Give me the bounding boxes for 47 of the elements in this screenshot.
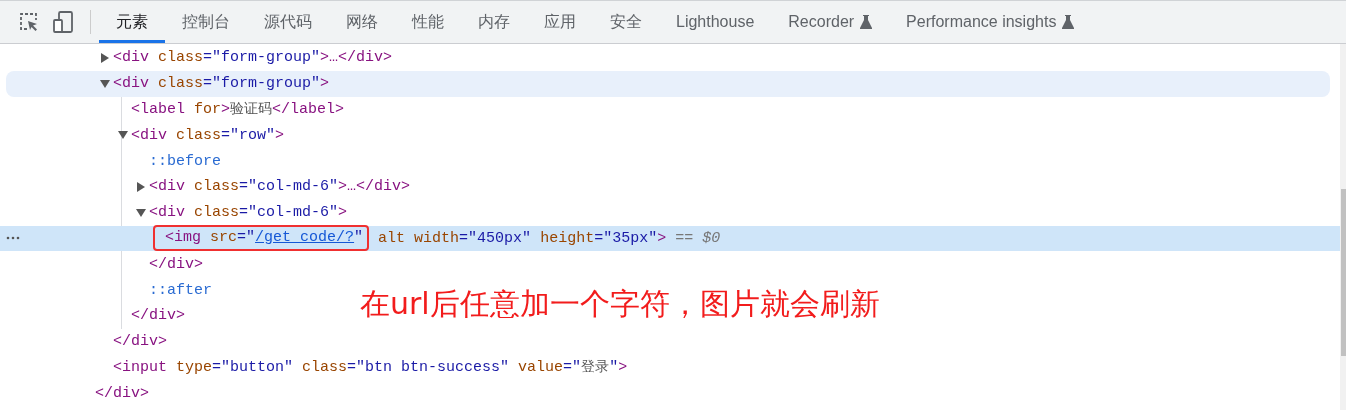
code-line: <div class="col-md-6">…</div>: [149, 178, 411, 196]
code-text: >: [657, 229, 667, 247]
code-line: <div class="col-md-6">: [149, 204, 348, 222]
caret-icon[interactable]: [136, 207, 146, 218]
tab[interactable]: 源代码: [247, 4, 329, 43]
device-icon[interactable]: [52, 10, 74, 34]
code-line: <div class="form-group">: [113, 75, 330, 93]
tab[interactable]: Performance insights: [889, 4, 1092, 43]
code-text: src: [210, 229, 238, 247]
flask-icon: [860, 15, 873, 29]
caret-icon[interactable]: [100, 52, 110, 63]
tab[interactable]: Recorder: [771, 4, 890, 43]
code-line: ::after: [149, 281, 212, 299]
code-text: alt width: [377, 229, 460, 247]
code-line: <input type="button" class="btn btn-success" value="登录">: [113, 358, 628, 377]
inspect-icon[interactable]: [18, 11, 40, 33]
code-text: ="450px": [459, 229, 532, 247]
tab[interactable]: 性能: [395, 4, 461, 43]
scrollbar[interactable]: [1340, 44, 1346, 410]
code-line: <div class="row">: [131, 126, 285, 144]
tab[interactable]: 控制台: [165, 4, 247, 43]
code-line: </div>: [149, 255, 203, 273]
tab[interactable]: 网络: [329, 4, 395, 43]
code-line: <label for>验证码</label>: [131, 100, 345, 119]
code-line: ::before: [149, 152, 221, 170]
code-line: </div>: [113, 333, 167, 351]
code-text: <img: [165, 229, 202, 247]
link[interactable]: /get_code/?: [255, 229, 355, 247]
code-line: </div>: [95, 384, 149, 402]
flask-icon: [1062, 15, 1075, 29]
code-text: ": [354, 229, 364, 247]
tab[interactable]: 元素: [99, 4, 165, 43]
tab[interactable]: 应用: [527, 4, 593, 43]
code-line: </div>: [131, 307, 185, 325]
code-text: height: [539, 229, 595, 247]
more-icon[interactable]: [6, 235, 20, 240]
tab[interactable]: 内存: [461, 4, 527, 43]
code-line: <div class="form-group">…</div>: [113, 49, 393, 67]
code-text: ="35px": [594, 229, 658, 247]
selection-marker: == $0: [674, 229, 721, 247]
caret-icon[interactable]: [136, 181, 146, 192]
tab[interactable]: 安全: [593, 4, 659, 43]
code-text: =": [237, 229, 256, 247]
caret-icon[interactable]: [100, 78, 110, 89]
caret-icon[interactable]: [118, 130, 128, 141]
annotation-text: 在url后任意加一个字符，图片就会刷新: [360, 285, 880, 323]
tab[interactable]: Lighthouse: [659, 4, 772, 43]
